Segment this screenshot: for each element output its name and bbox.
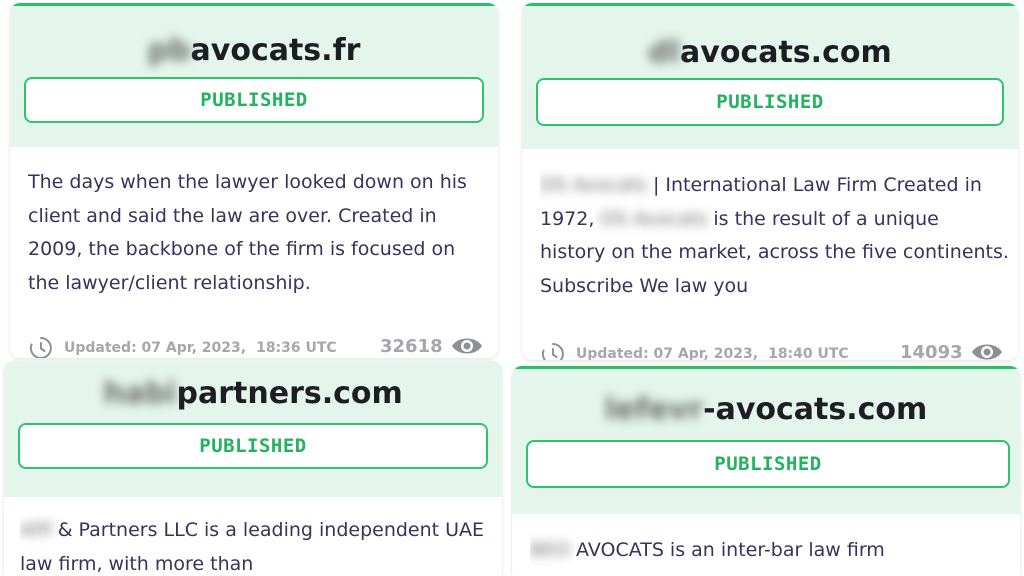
eye-icon (451, 338, 482, 354)
domain-title[interactable]: dlavocats.com (522, 35, 1018, 70)
listing-card-4[interactable]: lefevr-avocats.com PUBLISHED BEO AVOCATS… (512, 366, 1020, 576)
view-count: 14093 (900, 341, 1003, 360)
status-badge: PUBLISHED (24, 77, 484, 123)
status-badge: PUBLISHED (18, 423, 488, 469)
firm-name-redacted: BEO (530, 539, 570, 561)
updated-info: Updated: 07 Apr, 2023, 18:40 UTC (540, 341, 849, 360)
domain-text: avocats.fr (190, 33, 361, 68)
domain-redacted: lefevr (604, 392, 704, 427)
card-header (10, 3, 498, 147)
domain-text: partners.com (176, 376, 403, 411)
updated-time: 18:36 UTC (256, 340, 337, 356)
domain-title[interactable]: lefevr-avocats.com (512, 392, 1020, 427)
updated-label: Updated: 07 Apr, 2023, (576, 346, 759, 360)
description: DS Avocats | International Law Firm Crea… (540, 169, 1010, 303)
card-top-rule (10, 3, 498, 6)
listing-card-2[interactable]: dlavocats.com PUBLISHED DS Avocats | Int… (522, 3, 1018, 360)
status-badge: PUBLISHED (536, 78, 1004, 126)
description-text: AVOCATS is an inter-bar law firm (570, 539, 885, 561)
firm-name-redacted: DS Avocats (600, 207, 708, 230)
updated-info: Updated: 07 Apr, 2023, 18:36 UTC (28, 335, 337, 358)
clock-icon (541, 343, 564, 360)
view-count: 32618 (380, 335, 483, 357)
domain-redacted: pb (147, 33, 191, 68)
updated-time: 18:40 UTC (768, 346, 849, 360)
card-top-rule (512, 366, 1020, 369)
firm-name-redacted: DS Avocats (540, 174, 647, 196)
listing-card-3[interactable]: habipartners.com PUBLISHED Afif & Partne… (4, 361, 502, 576)
view-count-value: 32618 (380, 335, 443, 357)
domain-redacted: habi (103, 376, 177, 411)
domain-title[interactable]: pbavocats.fr (10, 33, 498, 68)
status-badge: PUBLISHED (526, 440, 1010, 488)
card-top-rule (522, 3, 1018, 6)
domain-text: avocats.com (680, 35, 892, 70)
firm-name-redacted: Afif (20, 519, 52, 541)
domain-redacted: dl (648, 35, 681, 70)
listing-card-1[interactable]: pbavocats.fr PUBLISHED The days when the… (10, 3, 498, 358)
updated-label: Updated: 07 Apr, 2023, (64, 340, 247, 356)
description: The days when the lawyer looked down on … (28, 171, 467, 294)
eye-icon (971, 344, 1002, 360)
description-text: & Partners LLC is a leading independent … (20, 519, 485, 575)
domain-text: -avocats.com (703, 392, 928, 427)
card-header (522, 3, 1018, 149)
clock-icon (29, 337, 52, 358)
view-count-value: 14093 (900, 341, 963, 361)
description: BEO AVOCATS is an inter-bar law firm (530, 534, 1010, 576)
domain-title[interactable]: habipartners.com (4, 376, 502, 411)
description: Afif & Partners LLC is a leading indepen… (20, 514, 490, 576)
